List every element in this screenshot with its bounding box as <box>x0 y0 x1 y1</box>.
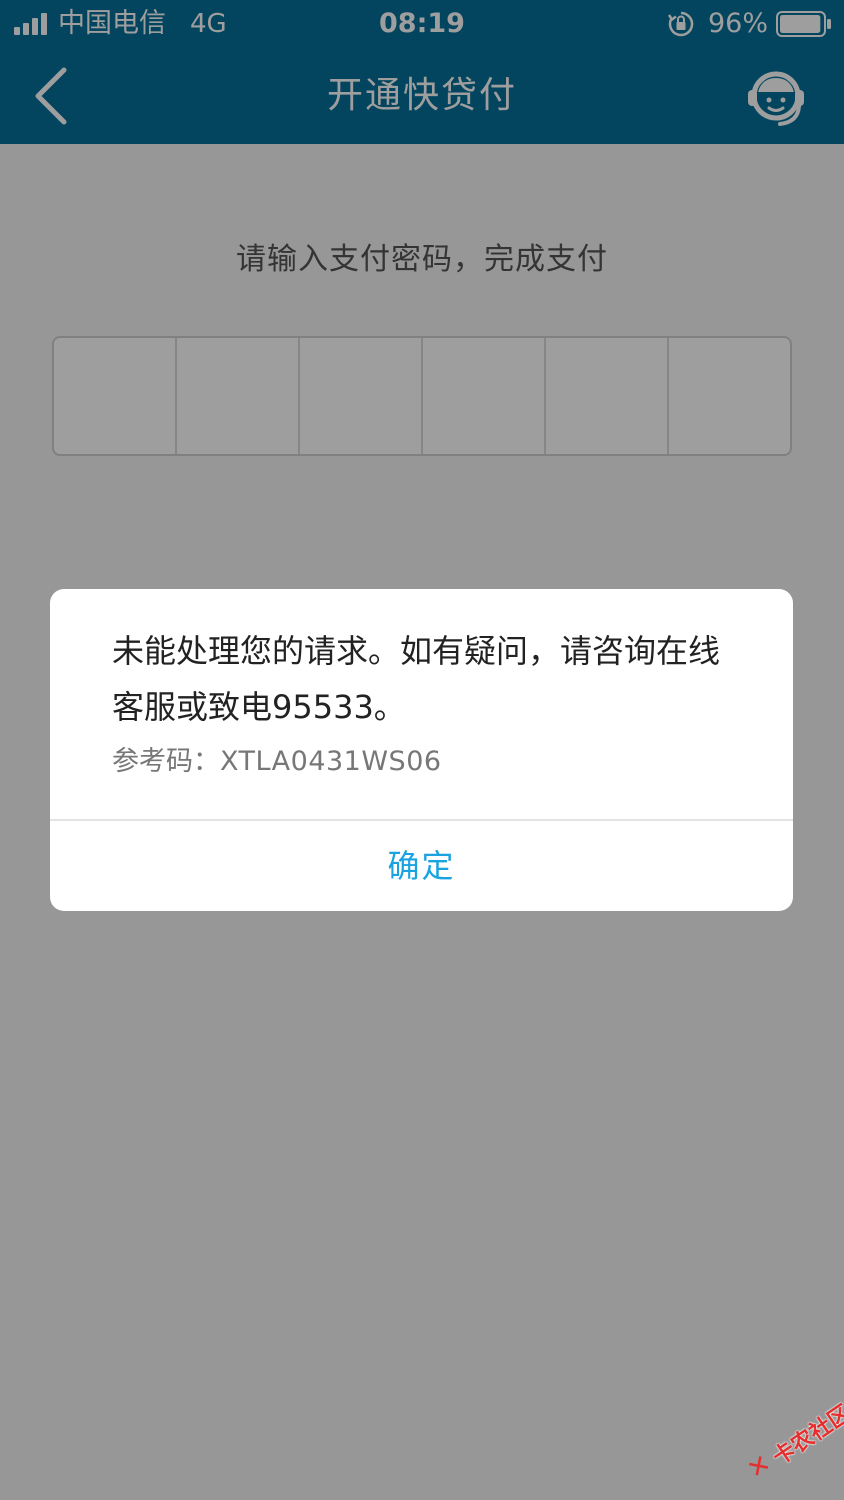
reference-code-label: 参考码： <box>112 746 220 777</box>
reference-code: 参考码：XTLA0431WS06 <box>112 739 442 778</box>
alert-dialog: 未能处理您的请求。如有疑问，请咨询在线客服或致电95533。 参考码：XTLA0… <box>50 589 793 911</box>
confirm-button[interactable]: 确定 <box>50 821 793 911</box>
dialog-message: 未能处理您的请求。如有疑问，请咨询在线客服或致电95533。 <box>112 632 721 726</box>
reference-code-value: XTLA0431WS06 <box>220 746 442 777</box>
